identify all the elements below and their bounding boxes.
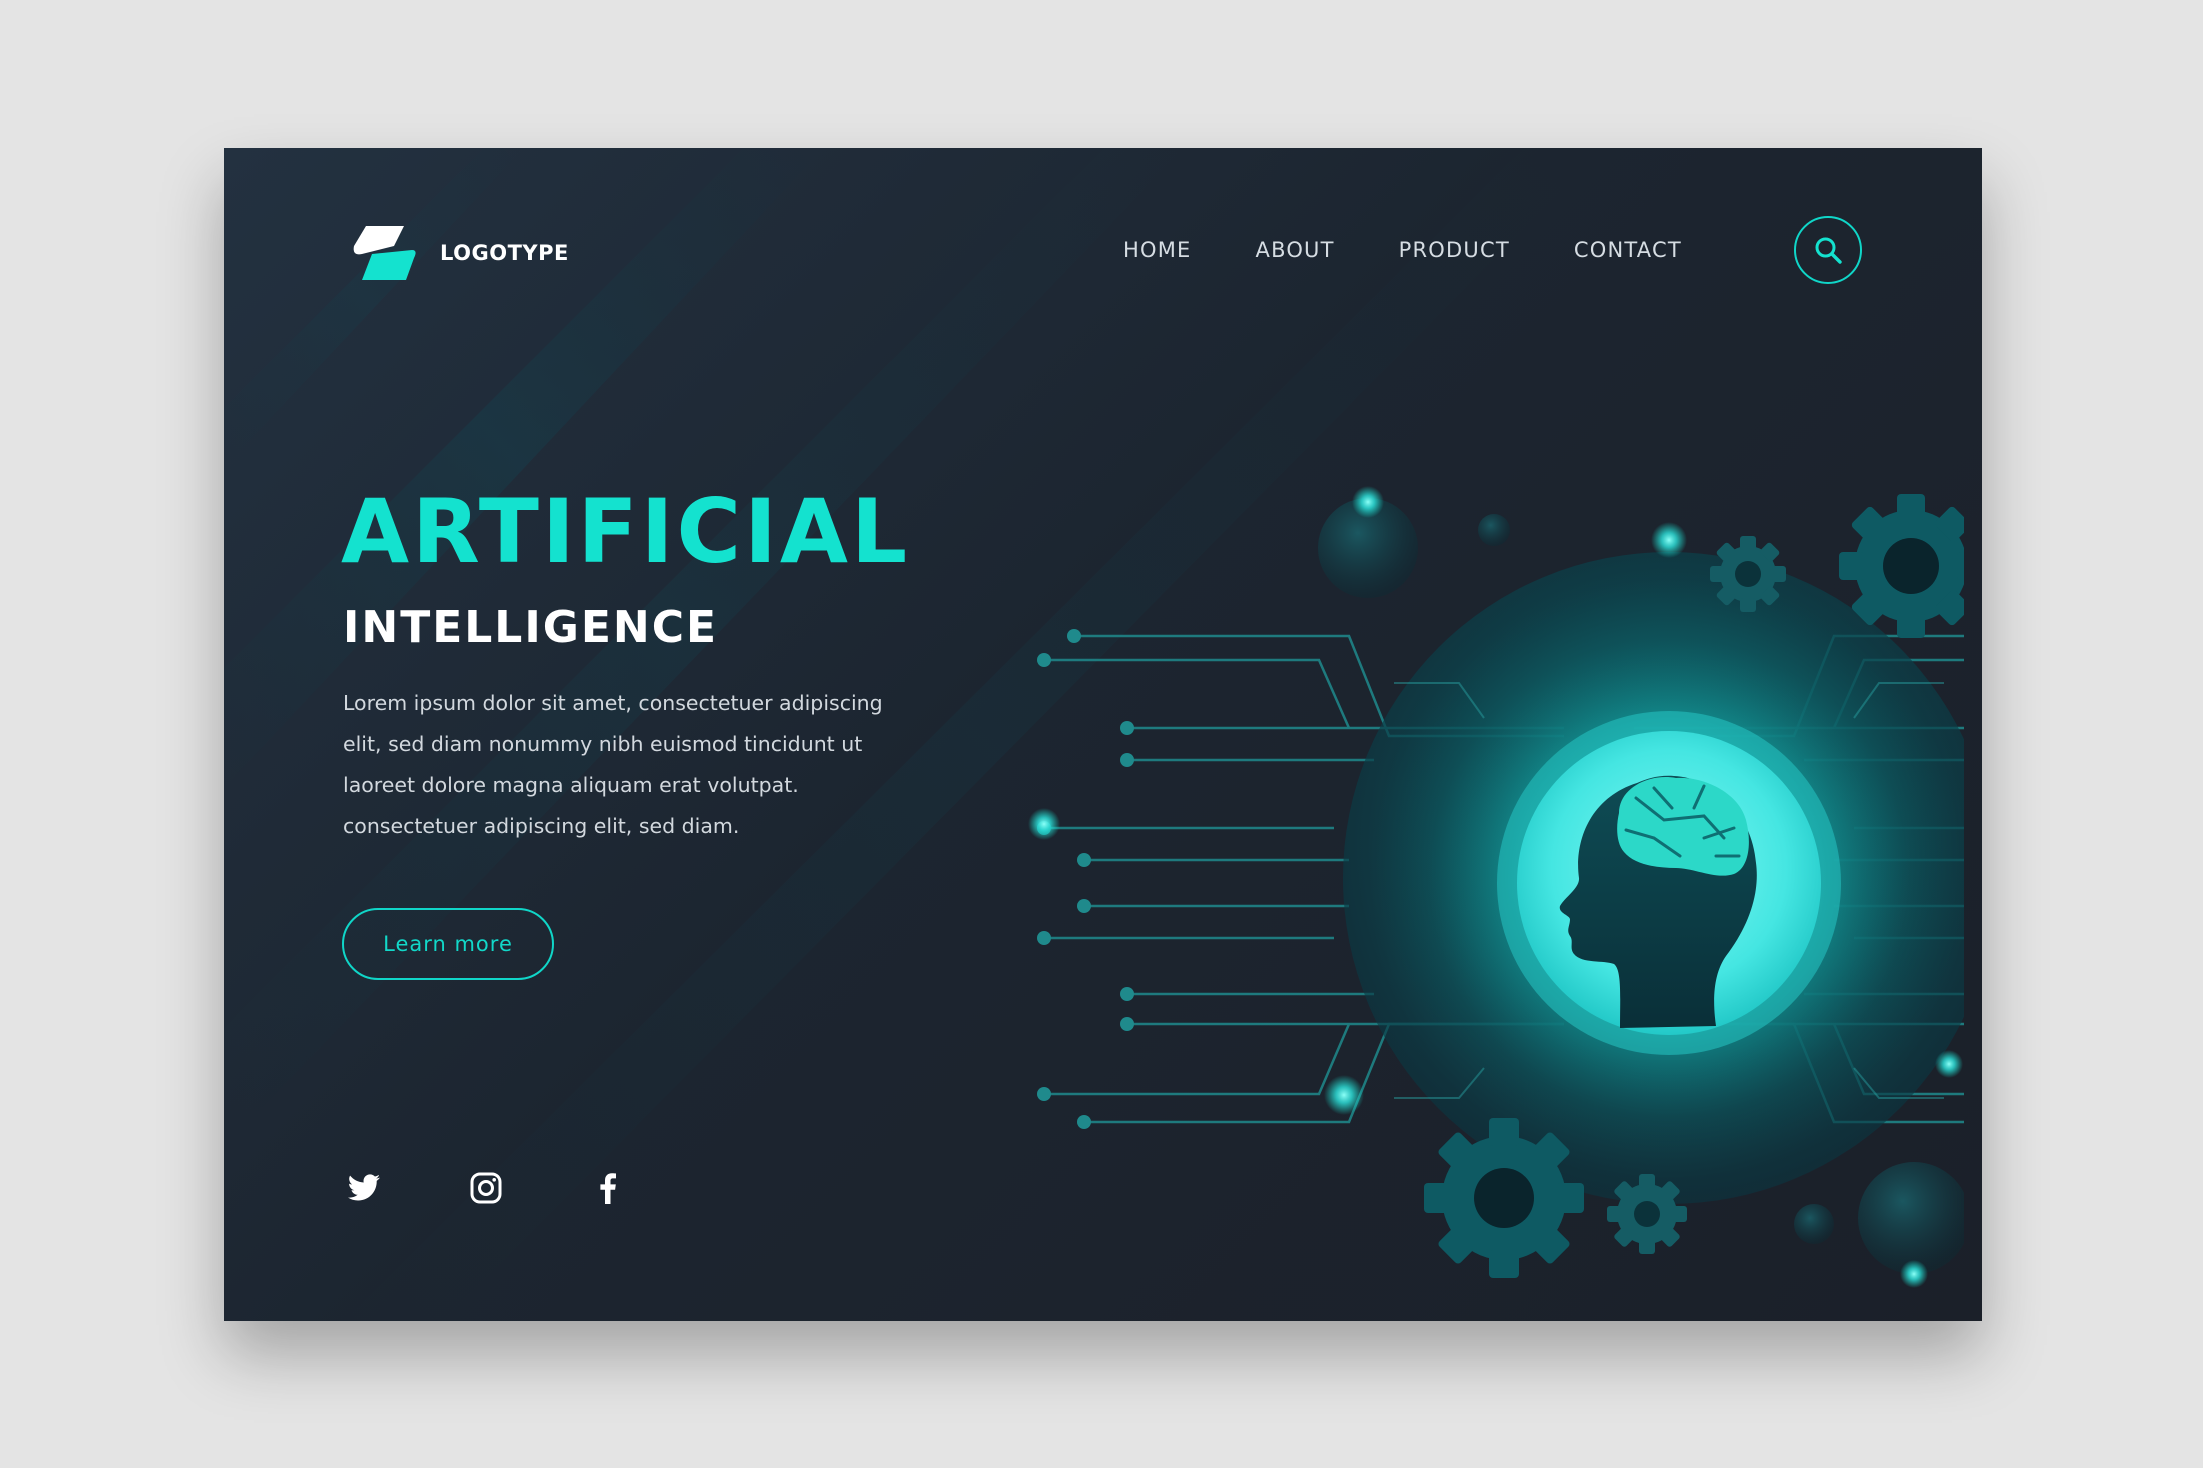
nav-item-product[interactable]: PRODUCT <box>1399 238 1510 262</box>
landing-page: LOGOTYPE HOME ABOUT PRODUCT CONTACT ARTI… <box>224 148 1982 1321</box>
logo-mark-icon <box>353 226 416 280</box>
hero-subtitle: INTELLIGENCE <box>343 602 719 653</box>
gear-icon <box>1424 1118 1584 1278</box>
orb <box>1478 514 1510 546</box>
social-links <box>344 1168 710 1208</box>
twitter-icon[interactable] <box>344 1168 384 1208</box>
hero-description: Lorem ipsum dolor sit amet, consectetuer… <box>343 691 883 838</box>
facebook-icon[interactable] <box>588 1168 628 1208</box>
gear-icon <box>1607 1174 1687 1254</box>
ai-illustration <box>1028 486 1964 1288</box>
nav-item-home[interactable]: HOME <box>1123 238 1192 262</box>
nav-item-about[interactable]: ABOUT <box>1256 238 1335 262</box>
nav-item-contact[interactable]: CONTACT <box>1574 238 1682 262</box>
instagram-icon[interactable] <box>466 1168 506 1208</box>
search-icon <box>1815 237 1842 264</box>
gear-icon <box>1710 536 1786 612</box>
learn-more-button[interactable]: Learn more <box>342 908 554 980</box>
search-button[interactable] <box>1794 216 1862 284</box>
main-nav: HOME ABOUT PRODUCT CONTACT <box>1123 238 1746 262</box>
logo[interactable]: LOGOTYPE <box>348 224 569 282</box>
orb <box>1794 1204 1834 1244</box>
logo-text: LOGOTYPE <box>440 241 569 265</box>
orb <box>1858 1162 1964 1274</box>
hero-title: ARTIFICIAL <box>341 480 911 583</box>
